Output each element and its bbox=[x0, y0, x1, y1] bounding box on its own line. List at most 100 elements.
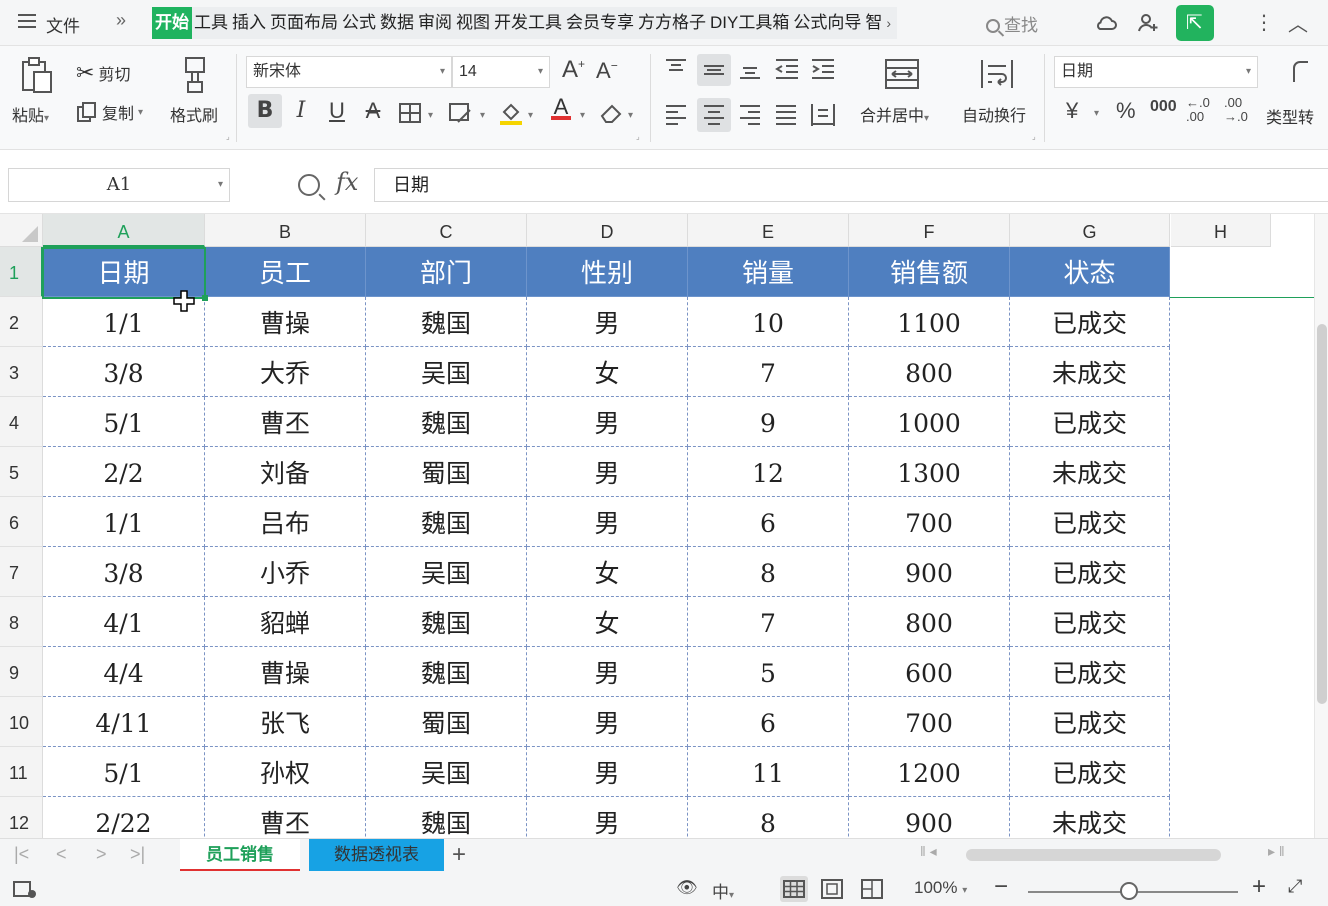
table-cell[interactable]: 魏国 bbox=[366, 397, 527, 447]
select-all-corner[interactable] bbox=[0, 214, 43, 247]
table-cell[interactable]: 魏国 bbox=[366, 497, 527, 547]
table-cell[interactable]: 男 bbox=[527, 447, 688, 497]
table-cell[interactable]: 1100 bbox=[849, 297, 1010, 347]
column-header[interactable]: E bbox=[688, 214, 849, 247]
cut-button[interactable]: ✂ 剪切 bbox=[76, 60, 130, 86]
column-header[interactable]: B bbox=[205, 214, 366, 247]
row-header[interactable]: 10 bbox=[0, 697, 43, 747]
table-cell[interactable]: 4/4 bbox=[43, 647, 205, 697]
underline-icon[interactable]: U bbox=[320, 94, 354, 128]
column-header[interactable]: F bbox=[849, 214, 1010, 247]
prev-sheet-icon[interactable]: < bbox=[56, 844, 67, 865]
format-painter-icon[interactable] bbox=[180, 56, 210, 94]
horizontal-scrollbar[interactable]: ‖ ◂ ▸ ‖ bbox=[918, 843, 1288, 865]
header-cell[interactable]: 状态 bbox=[1010, 247, 1170, 297]
chevron-down-icon[interactable]: ▾ bbox=[1094, 108, 1099, 119]
row-header[interactable]: 12 bbox=[0, 797, 43, 838]
increase-decimal-icon[interactable]: ←.0.00 bbox=[1186, 96, 1210, 124]
row-header[interactable]: 9 bbox=[0, 647, 43, 697]
chevron-down-icon[interactable]: ▾ bbox=[528, 110, 533, 121]
thousands-separator-icon[interactable]: 000 bbox=[1150, 98, 1177, 116]
table-cell[interactable]: 未成交 bbox=[1010, 347, 1170, 397]
row-header[interactable]: 3 bbox=[0, 347, 43, 397]
wrap-text-icon[interactable] bbox=[980, 58, 1014, 90]
align-top-icon[interactable] bbox=[664, 58, 688, 80]
table-cell[interactable]: 女 bbox=[527, 597, 688, 647]
double-chevron-icon[interactable]: » bbox=[116, 10, 126, 31]
ribbon-tab[interactable]: 页面布局 bbox=[268, 7, 340, 39]
table-cell[interactable]: 1/1 bbox=[43, 497, 205, 547]
insert-function-icon[interactable]: fx bbox=[336, 168, 358, 196]
scroll-left-icon[interactable]: ‖ ◂ bbox=[920, 843, 937, 860]
column-header[interactable]: D bbox=[527, 214, 688, 247]
table-cell[interactable]: 12 bbox=[688, 447, 849, 497]
font-size-select[interactable]: 14 ▾ bbox=[452, 56, 550, 88]
table-cell[interactable]: 男 bbox=[527, 647, 688, 697]
distributed-align-icon[interactable] bbox=[810, 102, 836, 128]
table-cell[interactable]: 已成交 bbox=[1010, 597, 1170, 647]
row-header[interactable]: 5 bbox=[0, 447, 43, 497]
table-cell[interactable]: 貂蝉 bbox=[205, 597, 366, 647]
zoom-in-icon[interactable]: + bbox=[1252, 873, 1266, 901]
table-cell[interactable]: 1300 bbox=[849, 447, 1010, 497]
vertical-scroll-thumb[interactable] bbox=[1317, 324, 1327, 704]
cell-style-icon[interactable] bbox=[448, 102, 474, 124]
table-cell[interactable]: 曹丕 bbox=[205, 797, 366, 838]
header-cell[interactable]: 员工 bbox=[205, 247, 366, 297]
align-bottom-icon[interactable] bbox=[738, 58, 762, 80]
table-cell[interactable]: 800 bbox=[849, 347, 1010, 397]
table-cell[interactable]: 4/1 bbox=[43, 597, 205, 647]
table-cell[interactable]: 已成交 bbox=[1010, 747, 1170, 797]
column-header[interactable]: H bbox=[1171, 214, 1271, 247]
table-cell[interactable]: 900 bbox=[849, 547, 1010, 597]
type-convert-button[interactable]: 类型转 bbox=[1266, 104, 1328, 128]
align-center-button[interactable] bbox=[697, 98, 731, 132]
table-cell[interactable]: 男 bbox=[527, 697, 688, 747]
table-cell[interactable]: 已成交 bbox=[1010, 547, 1170, 597]
increase-indent-icon[interactable] bbox=[810, 58, 836, 80]
ribbon-tab[interactable]: 公式向导 bbox=[791, 7, 863, 39]
table-cell[interactable]: 吴国 bbox=[366, 347, 527, 397]
row-header[interactable]: 2 bbox=[0, 297, 43, 347]
fill-color-icon[interactable] bbox=[498, 100, 524, 126]
row-header[interactable]: 6 bbox=[0, 497, 43, 547]
table-cell[interactable]: 未成交 bbox=[1010, 797, 1170, 838]
menu-icon[interactable] bbox=[18, 14, 36, 28]
table-cell[interactable]: 孙权 bbox=[205, 747, 366, 797]
border-icon[interactable] bbox=[398, 102, 422, 124]
table-cell[interactable]: 700 bbox=[849, 497, 1010, 547]
table-cell[interactable]: 已成交 bbox=[1010, 647, 1170, 697]
justify-icon[interactable] bbox=[774, 104, 798, 126]
table-cell[interactable]: 男 bbox=[527, 497, 688, 547]
collapse-ribbon-icon[interactable]: ︿ bbox=[1288, 8, 1308, 37]
ribbon-tab[interactable]: 会员专享 bbox=[564, 7, 636, 39]
table-cell[interactable]: 8 bbox=[688, 547, 849, 597]
vertical-scrollbar[interactable] bbox=[1314, 214, 1328, 838]
table-cell[interactable]: 大乔 bbox=[205, 347, 366, 397]
table-cell[interactable]: 8 bbox=[688, 797, 849, 838]
header-cell[interactable]: 部门 bbox=[366, 247, 527, 297]
decrease-font-icon[interactable]: A− bbox=[596, 58, 618, 84]
page-layout-view-button[interactable] bbox=[818, 876, 846, 902]
paste-icon[interactable] bbox=[20, 56, 54, 94]
row-header[interactable]: 11 bbox=[0, 747, 43, 797]
chevron-down-icon[interactable]: ▾ bbox=[480, 110, 485, 121]
chevron-down-icon[interactable]: ▾ bbox=[428, 110, 433, 121]
next-sheet-icon[interactable]: > bbox=[96, 844, 107, 865]
spreadsheet-grid[interactable]: A B C D E F G H 1 日期 员工 部门 性别 销量 销售额 状态 2 1/1 曹操 魏国男 10 1100 已… bbox=[0, 214, 1314, 838]
file-menu[interactable]: 文件 bbox=[46, 12, 80, 37]
table-cell[interactable]: 2/22 bbox=[43, 797, 205, 838]
horizontal-scroll-thumb[interactable] bbox=[966, 849, 1221, 861]
table-cell[interactable]: 已成交 bbox=[1010, 397, 1170, 447]
table-cell[interactable]: 小乔 bbox=[205, 547, 366, 597]
merge-center-button[interactable]: 合并居中▾ bbox=[860, 102, 929, 126]
ribbon-tab[interactable]: 开始 bbox=[152, 7, 192, 39]
cloud-sync-icon[interactable] bbox=[1094, 11, 1118, 35]
font-launcher-icon[interactable]: ⌟ bbox=[636, 132, 640, 141]
row-header[interactable]: 7 bbox=[0, 547, 43, 597]
table-cell[interactable]: 5/1 bbox=[43, 397, 205, 447]
merge-center-icon[interactable] bbox=[884, 58, 920, 90]
table-cell[interactable]: 已成交 bbox=[1010, 497, 1170, 547]
normal-view-button[interactable] bbox=[780, 876, 808, 902]
more-options-icon[interactable]: ⋮ bbox=[1254, 10, 1274, 35]
